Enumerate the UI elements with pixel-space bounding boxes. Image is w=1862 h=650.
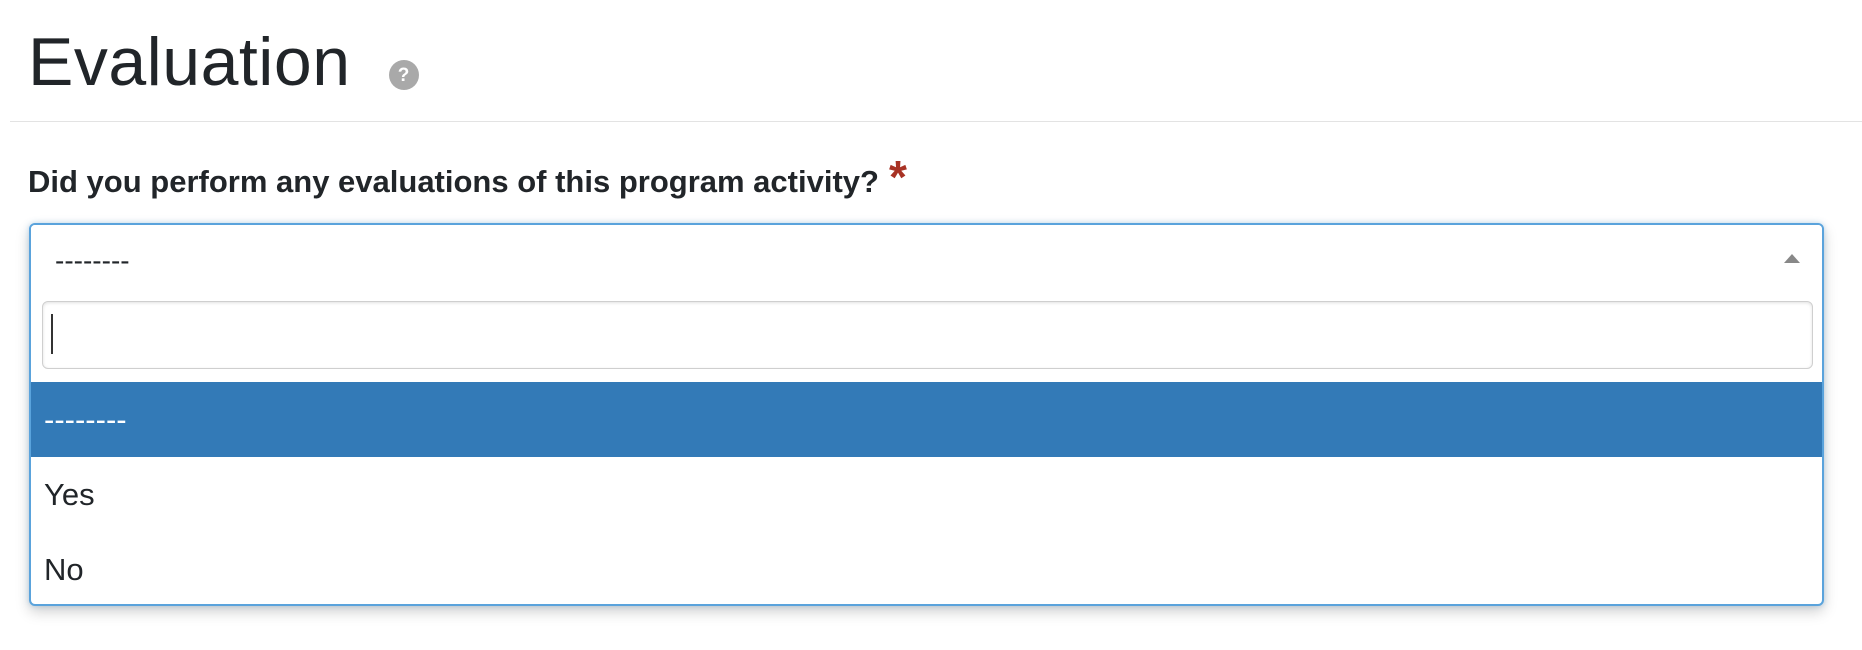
page-header: Evaluation ? [28,22,419,102]
option-label: No [44,552,84,587]
caret-up-icon[interactable] [1784,254,1800,263]
option-label: Yes [44,477,95,512]
select-options-list: -------- Yes No [31,382,1822,604]
option-label: -------- [44,402,127,437]
select-option-no[interactable]: No [31,532,1822,604]
select-option-yes[interactable]: Yes [31,457,1822,532]
header-divider [10,121,1862,122]
required-asterisk: * [888,151,907,203]
select-search-container [31,291,1822,377]
evaluation-select-dropdown[interactable]: -------- -------- Yes No [29,223,1824,606]
question-row: Did you perform any evaluations of this … [28,151,907,208]
select-option-blank[interactable]: -------- [31,382,1822,457]
evaluation-page: Evaluation ? Did you perform any evaluat… [0,0,1862,650]
select-search-input[interactable] [42,301,1813,369]
help-icon[interactable]: ? [388,60,419,90]
question-label: Did you perform any evaluations of this … [28,164,879,199]
select-current-value[interactable]: -------- [31,225,1822,291]
text-cursor [51,314,53,354]
page-title: Evaluation [28,24,351,100]
select-current-text: -------- [55,245,130,276]
